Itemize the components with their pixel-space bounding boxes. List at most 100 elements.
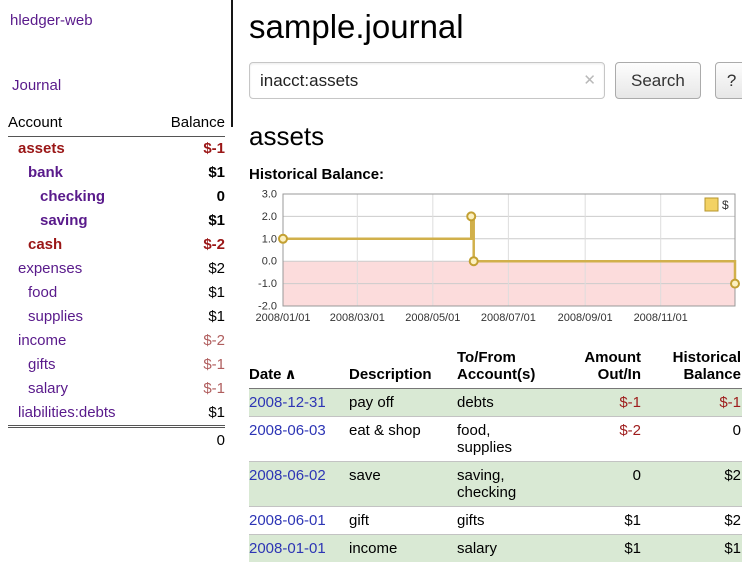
account-row-checking: checking 0 <box>8 185 225 209</box>
accounts-table: Account Balance assets $-1 bank $1 check… <box>8 114 225 453</box>
account-row-cash: cash $-2 <box>8 233 225 257</box>
account-link-salary[interactable]: salary <box>28 380 68 397</box>
register-date-link[interactable]: 2008-06-02 <box>249 467 326 484</box>
account-row-expenses: expenses $2 <box>8 257 225 281</box>
account-row-supplies: supplies $1 <box>8 305 225 329</box>
register-cell-account: salary <box>457 535 553 563</box>
accounts-header-balance: Balance <box>152 114 225 137</box>
account-row-gifts: gifts $-1 <box>8 353 225 377</box>
register-header-date[interactable]: Date∧ <box>249 347 349 389</box>
account-link-gifts[interactable]: gifts <box>28 356 56 373</box>
register-cell-description: gift <box>349 507 457 535</box>
brand-link[interactable]: hledger-web <box>10 12 225 29</box>
account-balance-income: $-2 <box>152 329 225 353</box>
register-date-link[interactable]: 2008-12-31 <box>249 394 326 411</box>
account-row-salary: salary $-1 <box>8 377 225 401</box>
register-cell-account: gifts <box>457 507 553 535</box>
register-table: Date∧ Description To/From Account(s) Amo… <box>249 347 742 562</box>
register-row: 2008-01-01 income salary $1 $1 <box>249 535 742 563</box>
account-row-assets: assets $-1 <box>8 137 225 162</box>
accounts-total-row: 0 <box>8 427 225 454</box>
page-title: sample.journal <box>249 8 742 46</box>
register-cell-balance: $1 <box>643 535 742 563</box>
register-cell-account: debts <box>457 389 553 417</box>
account-balance-assets: $-1 <box>152 137 225 162</box>
main-panel: sample.journal ✕ Search ? assets Histori… <box>233 0 742 582</box>
sidebar: hledger-web Journal Account Balance asse… <box>0 0 233 582</box>
register-header-balance: Historical Balance <box>643 347 742 389</box>
account-balance-checking: 0 <box>152 185 225 209</box>
account-balance-gifts: $-1 <box>152 353 225 377</box>
account-link-bank[interactable]: bank <box>28 164 63 181</box>
register-cell-balance: $2 <box>643 507 742 535</box>
account-link-cash[interactable]: cash <box>28 236 62 253</box>
account-row-income: income $-2 <box>8 329 225 353</box>
account-balance-saving: $1 <box>152 209 225 233</box>
search-bar: ✕ Search ? <box>249 62 742 99</box>
account-balance-expenses: $2 <box>152 257 225 281</box>
register-header-date-label: Date <box>249 366 282 383</box>
register-cell-account: food, supplies <box>457 417 553 462</box>
accounts-header-account: Account <box>8 114 152 137</box>
account-link-income[interactable]: income <box>18 332 66 349</box>
account-balance-cash: $-2 <box>152 233 225 257</box>
register-header-description: Description <box>349 347 457 389</box>
register-cell-amount: $-2 <box>553 417 643 462</box>
register-date-link[interactable]: 2008-01-01 <box>249 540 326 557</box>
register-cell-description: save <box>349 462 457 507</box>
svg-text:2008/03/01: 2008/03/01 <box>330 312 385 324</box>
app-root: hledger-web Journal Account Balance asse… <box>0 0 742 582</box>
accounts-total: 0 <box>152 427 225 454</box>
register-cell-amount: 0 <box>553 462 643 507</box>
register-cell-balance: $-1 <box>643 389 742 417</box>
account-link-supplies[interactable]: supplies <box>28 308 83 325</box>
account-balance-salary: $-1 <box>152 377 225 401</box>
account-link-saving[interactable]: saving <box>40 212 88 229</box>
account-link-checking[interactable]: checking <box>40 188 105 205</box>
nav-journal-link[interactable]: Journal <box>12 77 225 94</box>
account-balance-supplies: $1 <box>152 305 225 329</box>
register-cell-description: income <box>349 535 457 563</box>
account-balance-food: $1 <box>152 281 225 305</box>
register-date-link[interactable]: 2008-06-01 <box>249 512 326 529</box>
register-row: 2008-12-31 pay off debts $-1 $-1 <box>249 389 742 417</box>
register-row: 2008-06-02 save saving, checking 0 $2 <box>249 462 742 507</box>
register-cell-description: eat & shop <box>349 417 457 462</box>
account-link-assets[interactable]: assets <box>18 140 65 157</box>
svg-text:2008/01/01: 2008/01/01 <box>255 312 310 324</box>
register-cell-amount: $1 <box>553 507 643 535</box>
accounts-header-row: Account Balance <box>8 114 225 137</box>
account-balance-liabilities-debts: $1 <box>152 401 225 427</box>
clear-search-icon[interactable]: ✕ <box>583 71 596 89</box>
account-row-liabilities-debts: liabilities:debts $1 <box>8 401 225 427</box>
account-link-liabilities-debts[interactable]: liabilities:debts <box>18 404 116 421</box>
register-cell-amount: $-1 <box>553 389 643 417</box>
register-cell-amount: $1 <box>553 535 643 563</box>
svg-text:2008/05/01: 2008/05/01 <box>405 312 460 324</box>
register-date-link[interactable]: 2008-06-03 <box>249 422 326 439</box>
svg-text:2008/11/01: 2008/11/01 <box>634 312 688 324</box>
help-button[interactable]: ? <box>715 62 742 99</box>
svg-text:1.0: 1.0 <box>262 233 277 245</box>
register-cell-balance: $2 <box>643 462 742 507</box>
search-input[interactable] <box>249 62 605 99</box>
svg-text:3.0: 3.0 <box>262 189 277 201</box>
register-row: 2008-06-03 eat & shop food, supplies $-2… <box>249 417 742 462</box>
svg-text:-1.0: -1.0 <box>258 278 277 290</box>
account-row-saving: saving $1 <box>8 209 225 233</box>
account-row-food: food $1 <box>8 281 225 305</box>
sidebar-divider <box>231 0 233 127</box>
register-cell-description: pay off <box>349 389 457 417</box>
account-link-food[interactable]: food <box>28 284 57 301</box>
search-button[interactable]: Search <box>615 62 701 99</box>
account-link-expenses[interactable]: expenses <box>18 260 82 277</box>
svg-text:2008/09/01: 2008/09/01 <box>558 312 613 324</box>
svg-text:2.0: 2.0 <box>262 211 277 223</box>
account-row-bank: bank $1 <box>8 161 225 185</box>
chart-title: Historical Balance: <box>249 166 742 183</box>
account-balance-bank: $1 <box>152 161 225 185</box>
svg-text:-2.0: -2.0 <box>258 301 277 313</box>
svg-text:2008/07/01: 2008/07/01 <box>481 312 536 324</box>
register-header-amount: Amount Out/In <box>553 347 643 389</box>
section-title: assets <box>249 121 742 152</box>
